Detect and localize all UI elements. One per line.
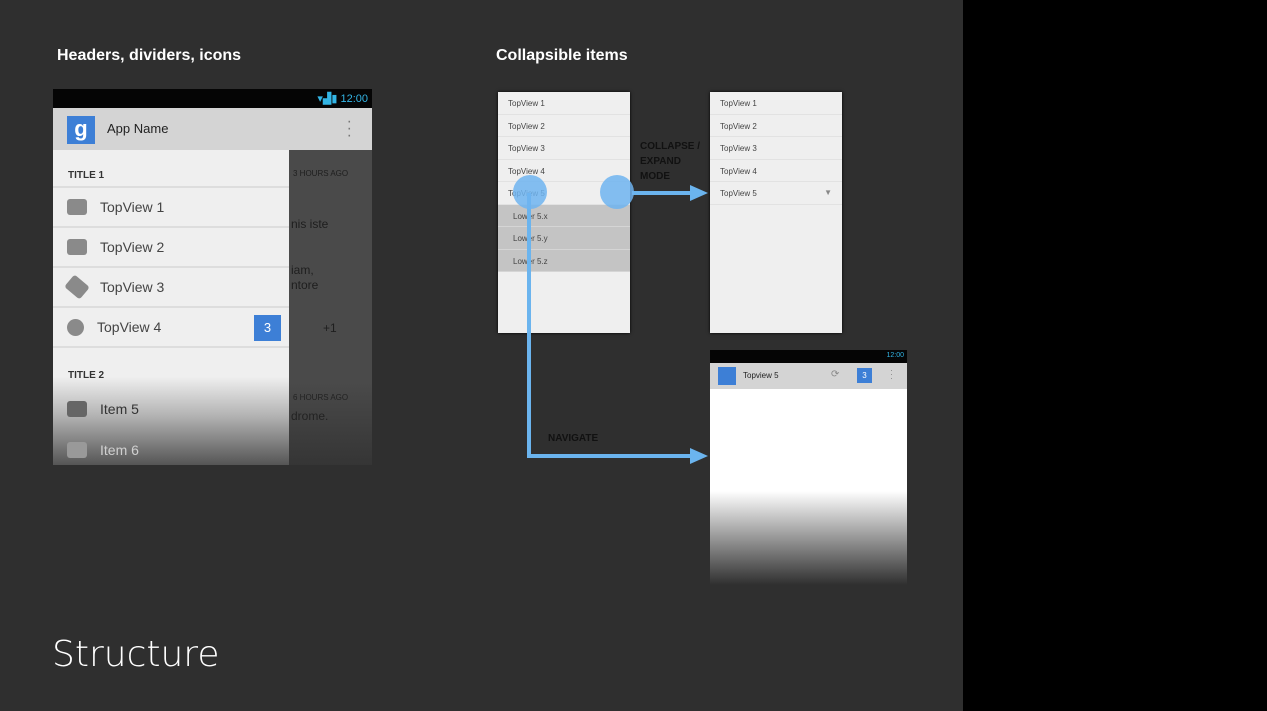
app-logo[interactable]: g [67,116,95,144]
list-item[interactable]: TopView 3 [710,137,842,160]
arrow-head [690,448,708,464]
action-bar: Topview 5 ⟳ 3 · · · [710,363,907,389]
slide-title: Structure [52,634,220,675]
list-item[interactable]: TopView 5 ▼ [710,182,842,205]
touch-indicator [513,175,547,209]
phone-drawer-mockup: ▾▟▮ 12:00 g App Name · · · 3 HOURS AGO nis… [53,89,372,465]
navigate-arrow [527,454,698,458]
detail-phone-mockup: 12:00 Topview 5 ⟳ 3 · · · [710,350,907,585]
action-bar: g App Name · · · [53,108,372,150]
left-heading: Headers, dividers, icons [57,47,242,64]
tag-icon [64,274,90,300]
drawer-item[interactable]: TopView 4 3 [53,308,289,348]
refresh-icon[interactable]: ⟳ [831,369,839,380]
people-icon [67,239,87,255]
inbox-icon [67,401,87,417]
bg-text: 6 HOURS AGO [293,393,349,402]
bg-text: iam, [291,263,314,277]
navigate-label: NAVIGATE [548,433,599,444]
bg-text: +1 [323,321,337,335]
count-badge: 3 [254,315,281,341]
navigation-drawer: TITLE 1 TopView 1 TopView 2 TopView 3 To… [53,150,289,465]
collapsed-list-mockup: TopView 1 TopView 2 TopView 3 TopView 4 … [710,92,842,333]
item-label: Item 6 [100,442,139,458]
item-label: TopView 5 [720,189,757,198]
bg-text: 3 HOURS AGO [293,169,349,178]
right-heading: Collapsible items [496,47,628,64]
navigate-arrow [527,193,531,458]
child-item[interactable]: Lower 5.y [498,227,630,250]
info-icon [67,318,84,336]
list-item[interactable]: TopView 3 [498,137,630,160]
overflow-menu-icon[interactable]: · · · [890,366,893,383]
slide: Headers, dividers, icons Collapsible ite… [0,0,963,711]
inbox-icon [67,442,87,458]
item-label: TopView 2 [100,239,165,255]
drawer-item[interactable]: TopView 3 [53,268,289,308]
status-bar: ▾▟▮ 12:00 [53,89,372,108]
item-label: Item 5 [100,401,139,417]
collapse-label: COLLAPSE / EXPAND MODE [640,141,701,182]
bg-text: nis iste [291,217,329,231]
item-label: TopView 1 [100,199,165,215]
count-badge: 3 [857,368,872,383]
wifi-icon: ▾▟▮ [317,93,341,105]
item-label: TopView 4 [97,319,162,335]
expand-chevron-icon[interactable]: ▼ [824,188,832,197]
section-title: TITLE 1 [53,150,289,188]
status-bar: 12:00 [710,350,907,363]
list-item[interactable]: TopView 2 [498,115,630,137]
collapse-arrow [632,191,698,195]
touch-indicator-collapse [600,175,634,209]
list-item[interactable]: TopView 2 [710,115,842,137]
drawer-item[interactable]: TopView 2 [53,228,289,268]
bg-text: ntore [291,278,319,292]
app-name: App Name [107,121,169,136]
bg-text: drome. [291,409,329,423]
list-item[interactable]: TopView 4 [710,160,842,182]
arrow-head [690,185,708,201]
list-item[interactable]: TopView 1 [498,92,630,115]
drawer-item[interactable]: Item 6 [53,430,289,465]
drawer-item[interactable]: Item 5 [53,390,289,430]
inbox-icon [67,199,87,215]
drawer-item[interactable]: TopView 1 [53,188,289,228]
child-item[interactable]: Lower 5.z [498,249,630,272]
section-title: TITLE 2 [68,370,105,381]
list-item[interactable]: TopView 1 [710,92,842,115]
app-logo[interactable] [718,367,736,385]
detail-title: Topview 5 [743,371,779,380]
overflow-menu-icon[interactable]: · · · [347,114,352,144]
item-label: TopView 3 [100,279,165,295]
expanded-list-mockup: TopView 1 TopView 2 TopView 3 TopView 4 … [498,92,630,333]
